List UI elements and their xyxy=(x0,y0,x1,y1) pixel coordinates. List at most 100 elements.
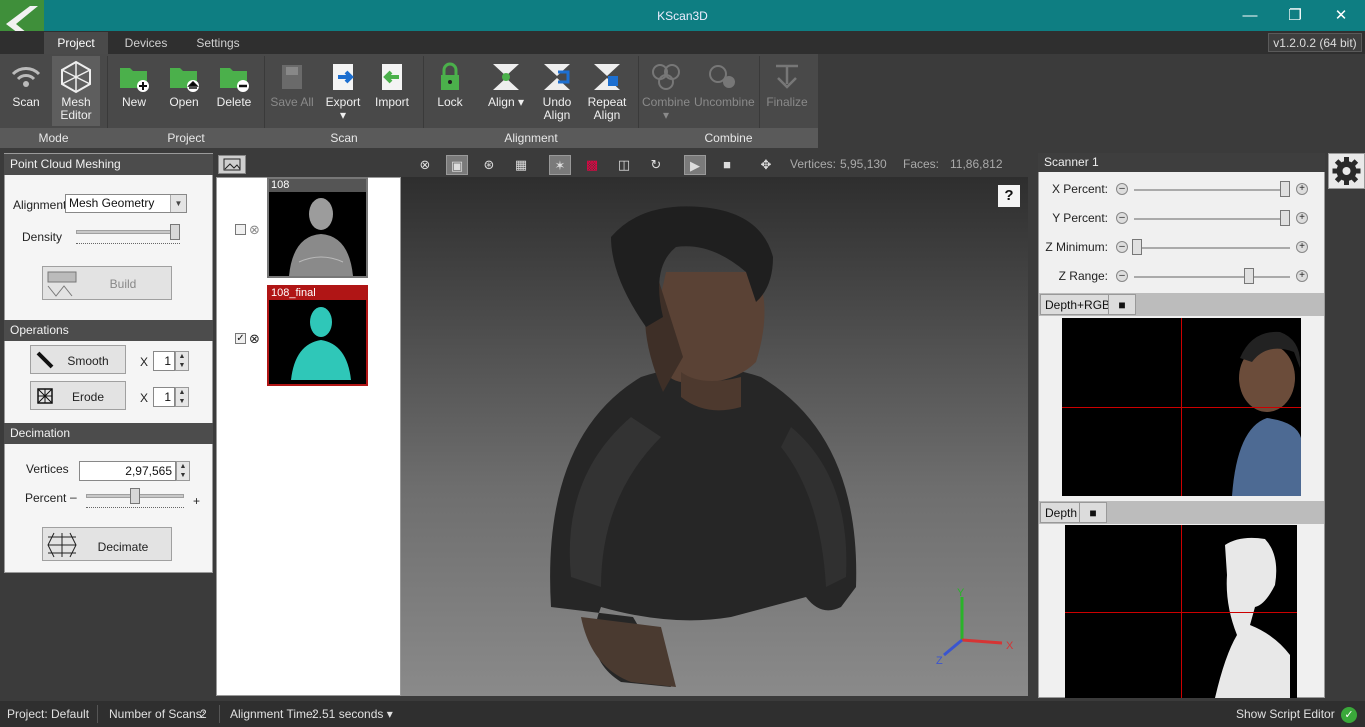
finalize-icon xyxy=(776,64,798,89)
color-grid-icon[interactable]: ▩ xyxy=(581,155,603,175)
play-icon[interactable]: ▶ xyxy=(684,155,706,175)
z-minimum-slider-thumb[interactable] xyxy=(1132,239,1143,255)
align-button[interactable]: Align ▾ xyxy=(484,56,528,126)
erode-iterations-stepper[interactable]: ▲ ▼ xyxy=(175,387,189,407)
smooth-iterations-input[interactable]: 1 xyxy=(153,351,175,371)
x-percent-minus[interactable]: – xyxy=(1116,183,1128,195)
density-slider-thumb[interactable] xyxy=(169,224,180,240)
combine-icon xyxy=(652,64,680,90)
depth-rgb-tab[interactable]: Depth+RGB xyxy=(1040,294,1116,315)
bounding-box-icon[interactable]: ◫ xyxy=(613,155,635,175)
uncombine-button[interactable]: Uncombine xyxy=(694,56,755,126)
percent-slider-ticks xyxy=(86,504,184,508)
alignment-time-value[interactable]: 2.51 seconds ▾ xyxy=(312,707,393,721)
point-cloud-meshing-header: Point Cloud Meshing xyxy=(4,154,213,175)
z-range-minus[interactable]: – xyxy=(1116,270,1128,282)
repeat-align-icon xyxy=(594,64,620,90)
tab-settings[interactable]: Settings xyxy=(184,32,252,54)
y-percent-minus[interactable]: – xyxy=(1116,212,1128,224)
minimize-button[interactable]: — xyxy=(1227,0,1273,31)
save-icon xyxy=(282,65,302,89)
new-project-button[interactable]: New xyxy=(113,56,155,126)
y-percent-plus[interactable]: + xyxy=(1296,212,1308,224)
decimate-button[interactable]: Decimate xyxy=(42,527,172,561)
scan-item-108-final[interactable]: 108_final xyxy=(267,285,368,386)
build-button[interactable]: Build xyxy=(42,266,172,300)
export-icon xyxy=(333,64,354,90)
x-percent-label: X Percent: xyxy=(1051,182,1108,196)
z-range-slider-thumb[interactable] xyxy=(1244,268,1255,284)
open-project-button[interactable]: Open xyxy=(163,56,205,126)
mesh-editor-icon xyxy=(61,60,91,94)
erode-button[interactable]: Erode xyxy=(30,381,126,410)
scan-checkbox-108[interactable] xyxy=(235,224,246,235)
smooth-button[interactable]: Smooth xyxy=(30,345,126,374)
axis-y-label: Y xyxy=(957,587,965,599)
smooth-iterations-stepper[interactable]: ▲ ▼ xyxy=(175,351,189,371)
camera-icon[interactable]: ■ xyxy=(1079,502,1107,523)
folder-open-icon xyxy=(170,68,199,92)
z-range-label: Z Range: xyxy=(1058,269,1108,283)
z-minimum-minus[interactable]: – xyxy=(1116,241,1128,253)
delete-project-button[interactable]: Delete xyxy=(213,56,255,126)
panel-splitter[interactable] xyxy=(1029,153,1037,698)
x-percent-plus[interactable]: + xyxy=(1296,183,1308,195)
folder-delete-icon xyxy=(220,68,249,92)
rotate-icon[interactable]: ↻ xyxy=(645,155,667,175)
stop-icon[interactable]: ■ xyxy=(716,155,738,175)
close-button[interactable]: ✕ xyxy=(1318,0,1364,31)
point-cloud-view-icon[interactable]: ▦ xyxy=(510,155,532,175)
percent-slider-thumb[interactable] xyxy=(130,488,140,504)
x-percent-slider-track[interactable] xyxy=(1134,189,1290,191)
import-button[interactable]: Import xyxy=(370,56,414,126)
axis-x-label: X xyxy=(1006,640,1014,652)
wireframe-view-icon[interactable]: ⊛ xyxy=(478,155,500,175)
z-range-slider-track[interactable] xyxy=(1134,276,1290,278)
show-script-editor-link[interactable]: Show Script Editor xyxy=(1236,707,1335,721)
lighting-icon[interactable]: ✶ xyxy=(549,155,571,175)
density-slider-track[interactable] xyxy=(76,230,180,234)
chevron-down-icon[interactable]: ▼ xyxy=(170,195,186,212)
undo-align-button[interactable]: Undo Align xyxy=(536,56,578,126)
move-icon[interactable]: ✥ xyxy=(755,155,777,175)
camera-icon[interactable]: ■ xyxy=(1108,294,1136,315)
scan-mode-button[interactable]: Scan xyxy=(4,56,48,126)
export-button[interactable]: Export ▾ xyxy=(321,56,365,126)
tab-project[interactable]: Project xyxy=(44,32,108,54)
z-minimum-plus[interactable]: + xyxy=(1296,241,1308,253)
lock-button[interactable]: Lock xyxy=(430,56,470,126)
scan-checkbox-108-final[interactable]: ✓ xyxy=(235,333,246,344)
mesh-view-icon[interactable]: ⊗ xyxy=(414,155,436,175)
y-percent-slider-thumb[interactable] xyxy=(1280,210,1291,226)
vertices-input[interactable]: 2,97,565 xyxy=(79,461,176,481)
depth-tab[interactable]: Depth xyxy=(1040,502,1083,523)
z-range-plus[interactable]: + xyxy=(1296,270,1308,282)
alignment-select[interactable]: Mesh Geometry xyxy=(65,194,187,213)
chevron-down-icon: ▾ xyxy=(662,108,670,122)
alignment-label: Alignment xyxy=(13,198,67,212)
scan-item-108[interactable]: 108 xyxy=(267,177,368,278)
decimation-header: Decimation xyxy=(4,423,213,444)
combine-button[interactable]: Combine ▾ xyxy=(642,56,690,126)
z-minimum-slider-track[interactable] xyxy=(1134,247,1290,249)
repeat-align-button[interactable]: Repeat Align xyxy=(586,56,628,126)
scan-thumbnail-gray xyxy=(273,192,365,276)
scan-list-view-button[interactable] xyxy=(218,155,246,174)
finalize-button[interactable]: Finalize xyxy=(762,56,812,126)
erode-mesh-icon xyxy=(37,388,53,404)
tab-devices[interactable]: Devices xyxy=(113,32,179,54)
y-percent-slider-track[interactable] xyxy=(1134,218,1290,220)
vertices-stepper[interactable]: ▲ ▼ xyxy=(176,461,190,481)
erode-iterations-input[interactable]: 1 xyxy=(153,387,175,407)
settings-gear-button[interactable] xyxy=(1328,153,1365,189)
help-button[interactable]: ? xyxy=(998,185,1020,207)
mesh-state-icon: ⊗ xyxy=(249,222,260,237)
texture-view-icon[interactable]: ▣ xyxy=(446,155,468,175)
mesh-editor-button[interactable]: Mesh Editor xyxy=(52,56,100,126)
x-percent-slider-thumb[interactable] xyxy=(1280,181,1291,197)
mesh-state-icon: ⊗ xyxy=(249,331,260,346)
y-percent-label: Y Percent: xyxy=(1052,211,1108,225)
maximize-button[interactable]: ❐ xyxy=(1272,0,1318,31)
density-label: Density xyxy=(22,230,63,244)
save-all-button[interactable]: Save All xyxy=(268,56,316,126)
